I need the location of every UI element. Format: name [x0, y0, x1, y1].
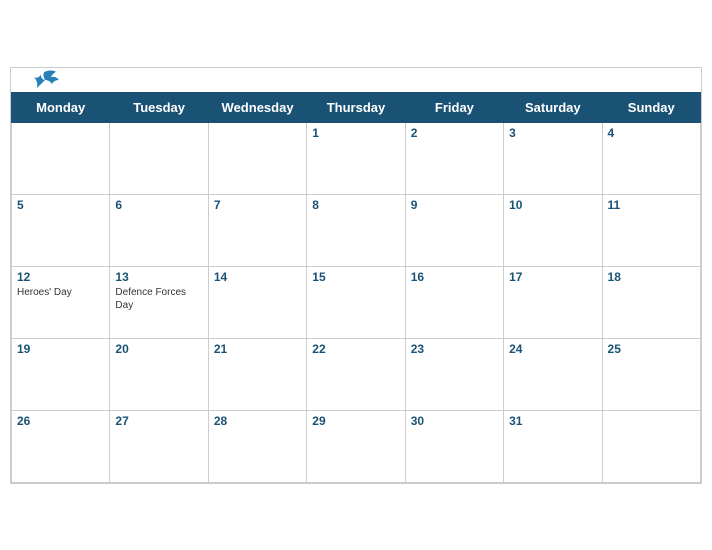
day-number: 16: [411, 270, 498, 284]
calendar-cell: 22: [307, 338, 405, 410]
calendar-cell: 29: [307, 410, 405, 482]
calendar-cell: 19: [12, 338, 110, 410]
day-number: 23: [411, 342, 498, 356]
day-number: 17: [509, 270, 596, 284]
calendar-cell: 25: [602, 338, 700, 410]
calendar-cell: 17: [504, 266, 602, 338]
day-number: 29: [312, 414, 399, 428]
calendar-cell: 30: [405, 410, 503, 482]
holiday-label: Heroes' Day: [17, 286, 104, 299]
calendar-cell: 3: [504, 122, 602, 194]
day-number: 11: [608, 198, 695, 212]
day-number: 28: [214, 414, 301, 428]
weekday-header-monday: Monday: [12, 92, 110, 122]
calendar-cell: [12, 122, 110, 194]
weekday-header-friday: Friday: [405, 92, 503, 122]
calendar-cell: 26: [12, 410, 110, 482]
calendar-cell: 2: [405, 122, 503, 194]
calendar-cell: 9: [405, 194, 503, 266]
calendar-cell: 27: [110, 410, 208, 482]
logo: [31, 69, 59, 91]
calendar-cell: 6: [110, 194, 208, 266]
calendar-cell: 8: [307, 194, 405, 266]
calendar-cell: [602, 410, 700, 482]
day-number: 19: [17, 342, 104, 356]
week-row-4: 19 20 21 22 23 24 25: [12, 338, 701, 410]
weekday-header-tuesday: Tuesday: [110, 92, 208, 122]
day-number: 5: [17, 198, 104, 212]
calendar-cell: [208, 122, 306, 194]
calendar-cell: 11: [602, 194, 700, 266]
weekday-header-row: MondayTuesdayWednesdayThursdayFridaySatu…: [12, 92, 701, 122]
calendar: MondayTuesdayWednesdayThursdayFridaySatu…: [10, 67, 702, 484]
day-number: 31: [509, 414, 596, 428]
calendar-cell: 7: [208, 194, 306, 266]
day-number: 24: [509, 342, 596, 356]
calendar-cell: 21: [208, 338, 306, 410]
week-row-3: 12 Heroes' Day 13 Defence Forces Day 14 15 16 1…: [12, 266, 701, 338]
holiday-label: Defence Forces Day: [115, 286, 202, 312]
day-number: 10: [509, 198, 596, 212]
calendar-cell: 13 Defence Forces Day: [110, 266, 208, 338]
day-number: 18: [608, 270, 695, 284]
day-number: 1: [312, 126, 399, 140]
day-number: 2: [411, 126, 498, 140]
day-number: 30: [411, 414, 498, 428]
week-row-5: 26 27 28 29 30 31: [12, 410, 701, 482]
calendar-cell: 4: [602, 122, 700, 194]
day-number: 6: [115, 198, 202, 212]
day-number: 14: [214, 270, 301, 284]
calendar-cell: 14: [208, 266, 306, 338]
weekday-header-saturday: Saturday: [504, 92, 602, 122]
day-number: 12: [17, 270, 104, 284]
weekday-header-wednesday: Wednesday: [208, 92, 306, 122]
calendar-cell: 31: [504, 410, 602, 482]
calendar-cell: 1: [307, 122, 405, 194]
calendar-cell: 15: [307, 266, 405, 338]
calendar-cell: 12 Heroes' Day: [12, 266, 110, 338]
calendar-cell: 28: [208, 410, 306, 482]
day-number: 21: [214, 342, 301, 356]
week-row-1: 1234: [12, 122, 701, 194]
calendar-cell: 24: [504, 338, 602, 410]
calendar-cell: [110, 122, 208, 194]
day-number: 15: [312, 270, 399, 284]
weekday-header-sunday: Sunday: [602, 92, 700, 122]
calendar-header: [11, 68, 701, 92]
calendar-cell: 20: [110, 338, 208, 410]
calendar-cell: 10: [504, 194, 602, 266]
day-number: 27: [115, 414, 202, 428]
calendar-cell: 5: [12, 194, 110, 266]
day-number: 25: [608, 342, 695, 356]
day-number: 26: [17, 414, 104, 428]
day-number: 8: [312, 198, 399, 212]
calendar-cell: 18: [602, 266, 700, 338]
day-number: 7: [214, 198, 301, 212]
weekday-header-thursday: Thursday: [307, 92, 405, 122]
day-number: 9: [411, 198, 498, 212]
calendar-table: MondayTuesdayWednesdayThursdayFridaySatu…: [11, 92, 701, 483]
week-row-2: 56789 10 11: [12, 194, 701, 266]
calendar-cell: 16: [405, 266, 503, 338]
day-number: 13: [115, 270, 202, 284]
logo-bird-icon: [31, 69, 59, 91]
day-number: 22: [312, 342, 399, 356]
day-number: 3: [509, 126, 596, 140]
day-number: 4: [608, 126, 695, 140]
day-number: 20: [115, 342, 202, 356]
calendar-cell: 23: [405, 338, 503, 410]
